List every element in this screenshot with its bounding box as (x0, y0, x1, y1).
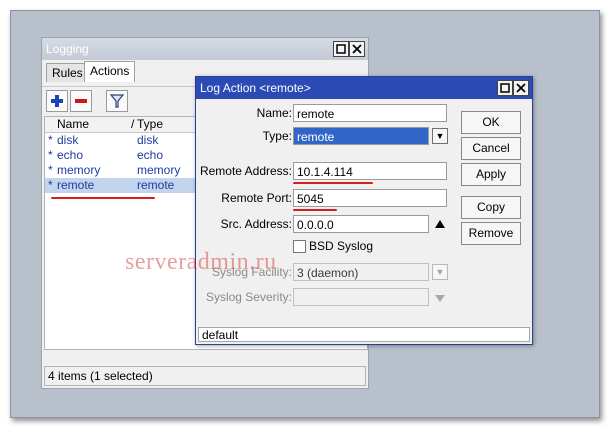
triangle-down-icon (435, 295, 445, 302)
red-underline-address (293, 182, 373, 184)
log-action-dialog: Log Action <remote> Name: remote Type: r… (195, 76, 533, 345)
maximize-button[interactable] (333, 41, 349, 57)
name-label: Name: (256, 106, 292, 120)
filter-icon (109, 94, 125, 108)
row-mark: * (48, 163, 53, 177)
remote-port-input[interactable]: 5045 (293, 189, 447, 207)
remote-port-label: Remote Port: (221, 191, 292, 205)
src-address-toggle[interactable] (434, 218, 446, 232)
close-icon (352, 44, 362, 54)
remove-button[interactable] (70, 90, 92, 112)
bsd-syslog-label: BSD Syslog (309, 239, 374, 253)
type-select[interactable]: remote (293, 127, 429, 145)
red-underline-row (51, 197, 155, 199)
row-name: disk (57, 133, 79, 147)
close-icon (516, 83, 526, 93)
chevron-down-icon: ▼ (435, 131, 445, 141)
column-type[interactable]: Type (137, 117, 163, 132)
row-mark: * (48, 148, 53, 162)
maximize-icon (336, 44, 346, 54)
tab-actions[interactable]: Actions (84, 61, 136, 82)
logging-titlebar[interactable]: Logging (42, 38, 368, 60)
bsd-syslog-checkbox[interactable] (293, 240, 306, 253)
copy-button[interactable]: Copy (461, 196, 521, 219)
severity-dropdown-button[interactable] (434, 292, 446, 306)
row-name: echo (57, 148, 84, 162)
dialog-maximize-button[interactable] (497, 80, 513, 96)
dialog-status: default (198, 327, 530, 342)
tab-rules[interactable]: Rules (46, 63, 89, 82)
watermark: serveradmin.ru (125, 249, 277, 275)
cancel-button[interactable]: Cancel (461, 137, 521, 160)
dialog-titlebar[interactable]: Log Action <remote> (196, 77, 532, 99)
row-type: disk (137, 133, 159, 147)
filter-button[interactable] (106, 90, 128, 112)
remove-button[interactable]: Remove (461, 222, 521, 245)
red-underline-port (293, 209, 337, 211)
logging-status: 4 items (1 selected) (44, 366, 366, 386)
chevron-down-icon: ▼ (435, 267, 445, 277)
close-button[interactable] (349, 41, 365, 57)
type-dropdown-button[interactable]: ▼ (432, 128, 448, 144)
row-name: remote (57, 178, 95, 192)
desktop-area: Logging Rules Actions Name / Type * disk… (10, 10, 600, 418)
row-mark: * (48, 133, 53, 147)
name-field[interactable]: remote (293, 104, 447, 122)
row-type: remote (137, 178, 175, 192)
apply-button[interactable]: Apply (461, 163, 521, 186)
row-name: memory (57, 163, 101, 177)
dialog-close-button[interactable] (513, 80, 529, 96)
ok-button[interactable]: OK (461, 111, 521, 134)
facility-dropdown-button[interactable]: ▼ (432, 264, 448, 280)
src-address-label: Src. Address: (220, 217, 292, 231)
row-type: echo (137, 148, 164, 162)
add-button[interactable] (46, 90, 68, 112)
src-address-input[interactable]: 0.0.0.0 (293, 215, 429, 233)
maximize-icon (500, 83, 510, 93)
type-label: Type: (262, 129, 292, 143)
triangle-up-icon (435, 220, 445, 228)
syslog-facility-select[interactable]: 3 (daemon) (293, 263, 429, 281)
logging-title: Logging (46, 42, 89, 56)
remote-address-label: Remote Address: (199, 164, 292, 178)
row-type: memory (137, 163, 181, 177)
row-mark: * (48, 178, 53, 192)
dialog-title: Log Action <remote> (200, 81, 311, 95)
syslog-severity-select[interactable] (293, 288, 429, 306)
column-sort-icon: / (131, 117, 135, 131)
syslog-severity-label: Syslog Severity: (205, 290, 292, 304)
column-name[interactable]: Name (57, 117, 89, 132)
remote-address-input[interactable]: 10.1.4.114 (293, 162, 447, 180)
